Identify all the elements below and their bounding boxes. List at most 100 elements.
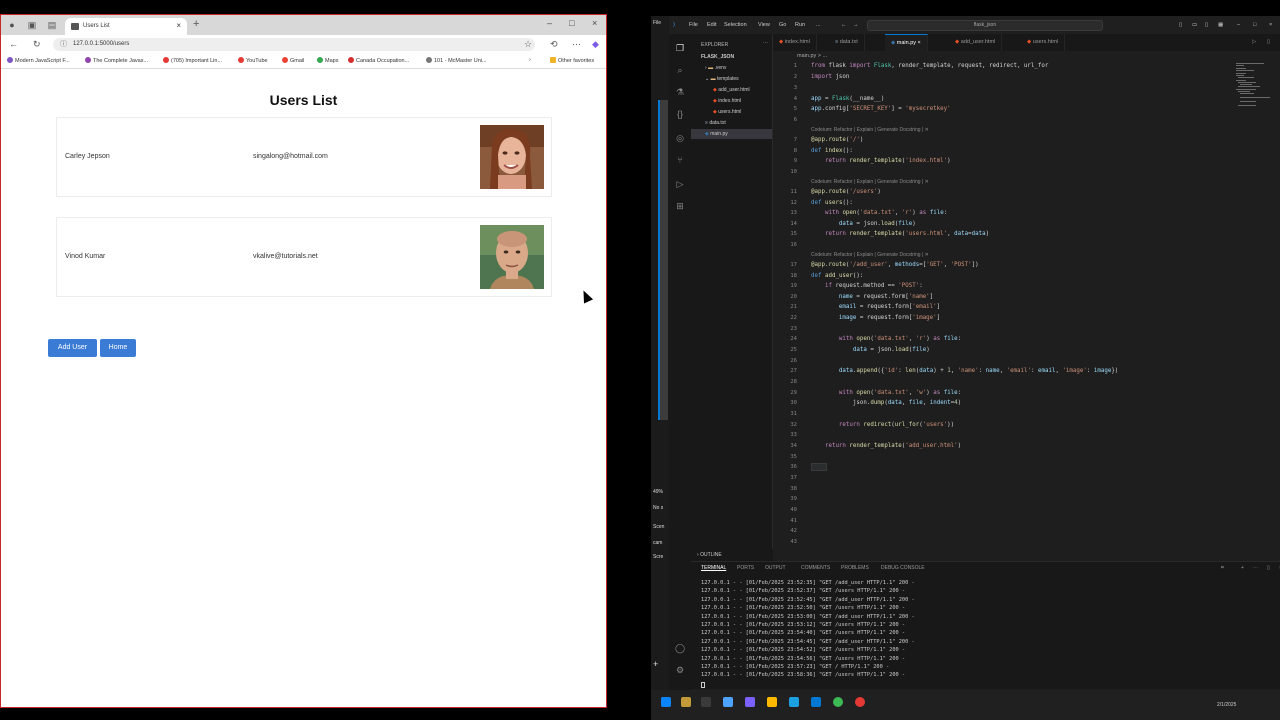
panel-tab-debug-console[interactable]: DEBUG CONSOLE [881,565,925,571]
codelens[interactable]: Codeium: Refactor | Explain | Generate D… [811,127,929,133]
refresh-icon[interactable]: ↻ [33,39,41,50]
explorer-icon[interactable]: ❐ [674,42,686,54]
tree-item-index-html[interactable]: ◆ index.html [713,98,741,104]
panel-tab-output[interactable]: OUTPUT [765,565,786,571]
panel-tab-problems[interactable]: PROBLEMS [841,565,869,571]
layout-icon[interactable]: ▦ [1218,22,1223,28]
tab-main-py[interactable]: ◆ main.py × [885,34,928,51]
tree-item-data-txt[interactable]: ≡ data.txt [705,120,726,126]
toggle-secondary-icon[interactable]: ▯ [1205,22,1208,28]
nav-back-icon[interactable]: ← [841,22,847,28]
collections-icon[interactable]: ⟲ [550,39,558,50]
extensions-icon[interactable]: ⊞ [674,200,686,212]
run-python-icon[interactable]: ▷ [1246,34,1262,51]
minimize-icon[interactable]: – [1237,22,1240,28]
settings-gear-icon[interactable]: ⚙ [674,664,686,676]
menu-view[interactable]: View [758,22,770,28]
tab-actions-icon[interactable]: ▤ [46,19,58,31]
taskbar-app-icon[interactable] [745,697,755,707]
bookmark-item[interactable]: 101 - McMaster Uni... [426,57,487,64]
bookmarks-overflow-icon[interactable]: › [529,57,531,63]
code-editor[interactable]: 1 from flask import Flask, render_templat… [773,61,1280,553]
taskbar-app-icon[interactable] [789,697,799,707]
panel-tab-terminal[interactable]: TERMINAL [701,565,726,571]
taskbar-app-icon[interactable] [681,697,691,707]
add-user-button[interactable]: Add User [48,339,97,357]
codeium-icon[interactable]: ◎ [674,132,686,144]
site-info-icon[interactable]: ⓘ [60,38,67,51]
panel-tab-comments[interactable]: COMMENTS [801,565,830,571]
outline-section[interactable]: › OUTLINE [691,549,773,561]
new-tab-icon[interactable]: + [193,18,199,30]
brackets-icon[interactable]: {} [674,108,686,120]
menu-selection[interactable]: Selection [724,22,747,28]
close-window-icon[interactable]: × [1269,22,1272,28]
tab-add-user-html[interactable]: ◆ add_user.html [949,34,1003,51]
minimap[interactable] [1236,61,1270,111]
toggle-sidebar-icon[interactable]: ▯ [1179,22,1182,28]
menu-more[interactable]: ... [816,22,821,28]
address-bar[interactable]: ⓘ 127.0.0.1:5000/users [53,38,535,51]
terminal-python-icon[interactable]: ⌗ [1221,565,1224,571]
breadcrumb[interactable]: main.py > ... [797,53,827,59]
project-folder[interactable]: FLASK_JSON [701,54,734,60]
tree-item-venv[interactable]: › ▬ .venv [705,65,726,71]
terminal-panel[interactable]: TERMINAL PORTS OUTPUT COMMENTS PROBLEMS … [691,561,1280,689]
search-icon[interactable]: ⌕ [674,64,686,76]
minimize-icon[interactable]: – [547,18,552,28]
copilot-icon[interactable]: ◆ [592,39,599,50]
explorer-more-icon[interactable]: ⋯ [763,40,768,46]
menu-edit[interactable]: Edit [707,22,716,28]
bookmark-item[interactable]: Canada Occupation... [348,57,409,64]
menu-go[interactable]: Go [779,22,786,28]
menu-file[interactable]: File [689,22,698,28]
start-icon[interactable] [661,697,671,707]
nav-forward-icon[interactable]: → [853,22,859,28]
command-center-search[interactable]: flask_json [867,20,1103,31]
workspaces-icon[interactable]: ▣ [26,19,38,31]
bookmark-item[interactable]: Modern JavaScript F... [7,57,70,64]
accounts-icon[interactable]: ◯ [674,642,686,654]
taskbar-app-icon[interactable] [701,697,711,707]
favorite-star-icon[interactable]: ☆ [524,39,532,50]
taskbar-app-icon[interactable] [723,697,733,707]
taskbar-vscode-icon[interactable] [811,697,821,707]
close-window-icon[interactable]: × [592,18,597,28]
bookmark-other-favorites[interactable]: Other favorites [550,57,594,64]
taskbar-chrome-icon[interactable] [833,697,843,707]
codelens[interactable]: Codeium: Refactor | Explain | Generate D… [811,179,929,185]
tab-users-html[interactable]: ◆ users.html [1021,34,1066,51]
source-control-icon[interactable]: ⑂ [674,154,686,166]
flask-icon[interactable]: ⚗ [674,86,686,98]
system-tray[interactable]: 2/1/2025 [1217,696,1236,708]
taskbar-app-icon[interactable] [767,697,777,707]
tree-item-users-html[interactable]: ◆ users.html [713,109,741,115]
close-tab-icon[interactable]: × [176,21,181,30]
bookmark-item[interactable]: (705) Important Lin... [163,57,222,64]
tab-index-html[interactable]: ◆ index.html [773,34,817,51]
new-terminal-icon[interactable]: + [1241,565,1244,571]
terminal-more-icon[interactable]: ⋯ [1253,565,1258,571]
tree-item-add-user-html[interactable]: ◆ add_user.html [713,87,750,93]
panel-tab-ports[interactable]: PORTS [737,565,754,571]
profile-icon[interactable]: ● [6,19,18,31]
maximize-panel-icon[interactable]: ▯ [1267,565,1270,571]
maximize-icon[interactable]: □ [569,18,574,28]
overlay-scroll-track[interactable] [658,100,668,420]
add-icon[interactable]: + [653,659,658,669]
bookmark-item[interactable]: The Complete Javas... [85,57,148,64]
bookmark-item[interactable]: Maps [317,57,338,64]
codelens[interactable]: Codeium: Refactor | Explain | Generate D… [811,252,929,258]
bookmark-item[interactable]: Gmail [282,57,304,64]
toggle-panel-icon[interactable]: ▭ [1192,22,1197,28]
run-debug-icon[interactable]: ▷ [674,178,686,190]
maximize-icon[interactable]: □ [1253,22,1256,28]
home-button[interactable]: Home [100,339,136,357]
back-icon[interactable]: ← [9,39,18,49]
browser-tab-users-list[interactable]: Users List × [65,18,187,35]
more-menu-icon[interactable]: ⋯ [572,39,581,50]
bookmark-item[interactable]: YouTube [238,57,268,64]
taskbar-app-icon[interactable] [855,697,865,707]
tree-item-main-py[interactable]: ◆ main.py [705,131,728,137]
split-editor-icon[interactable]: ▯ [1261,34,1276,51]
